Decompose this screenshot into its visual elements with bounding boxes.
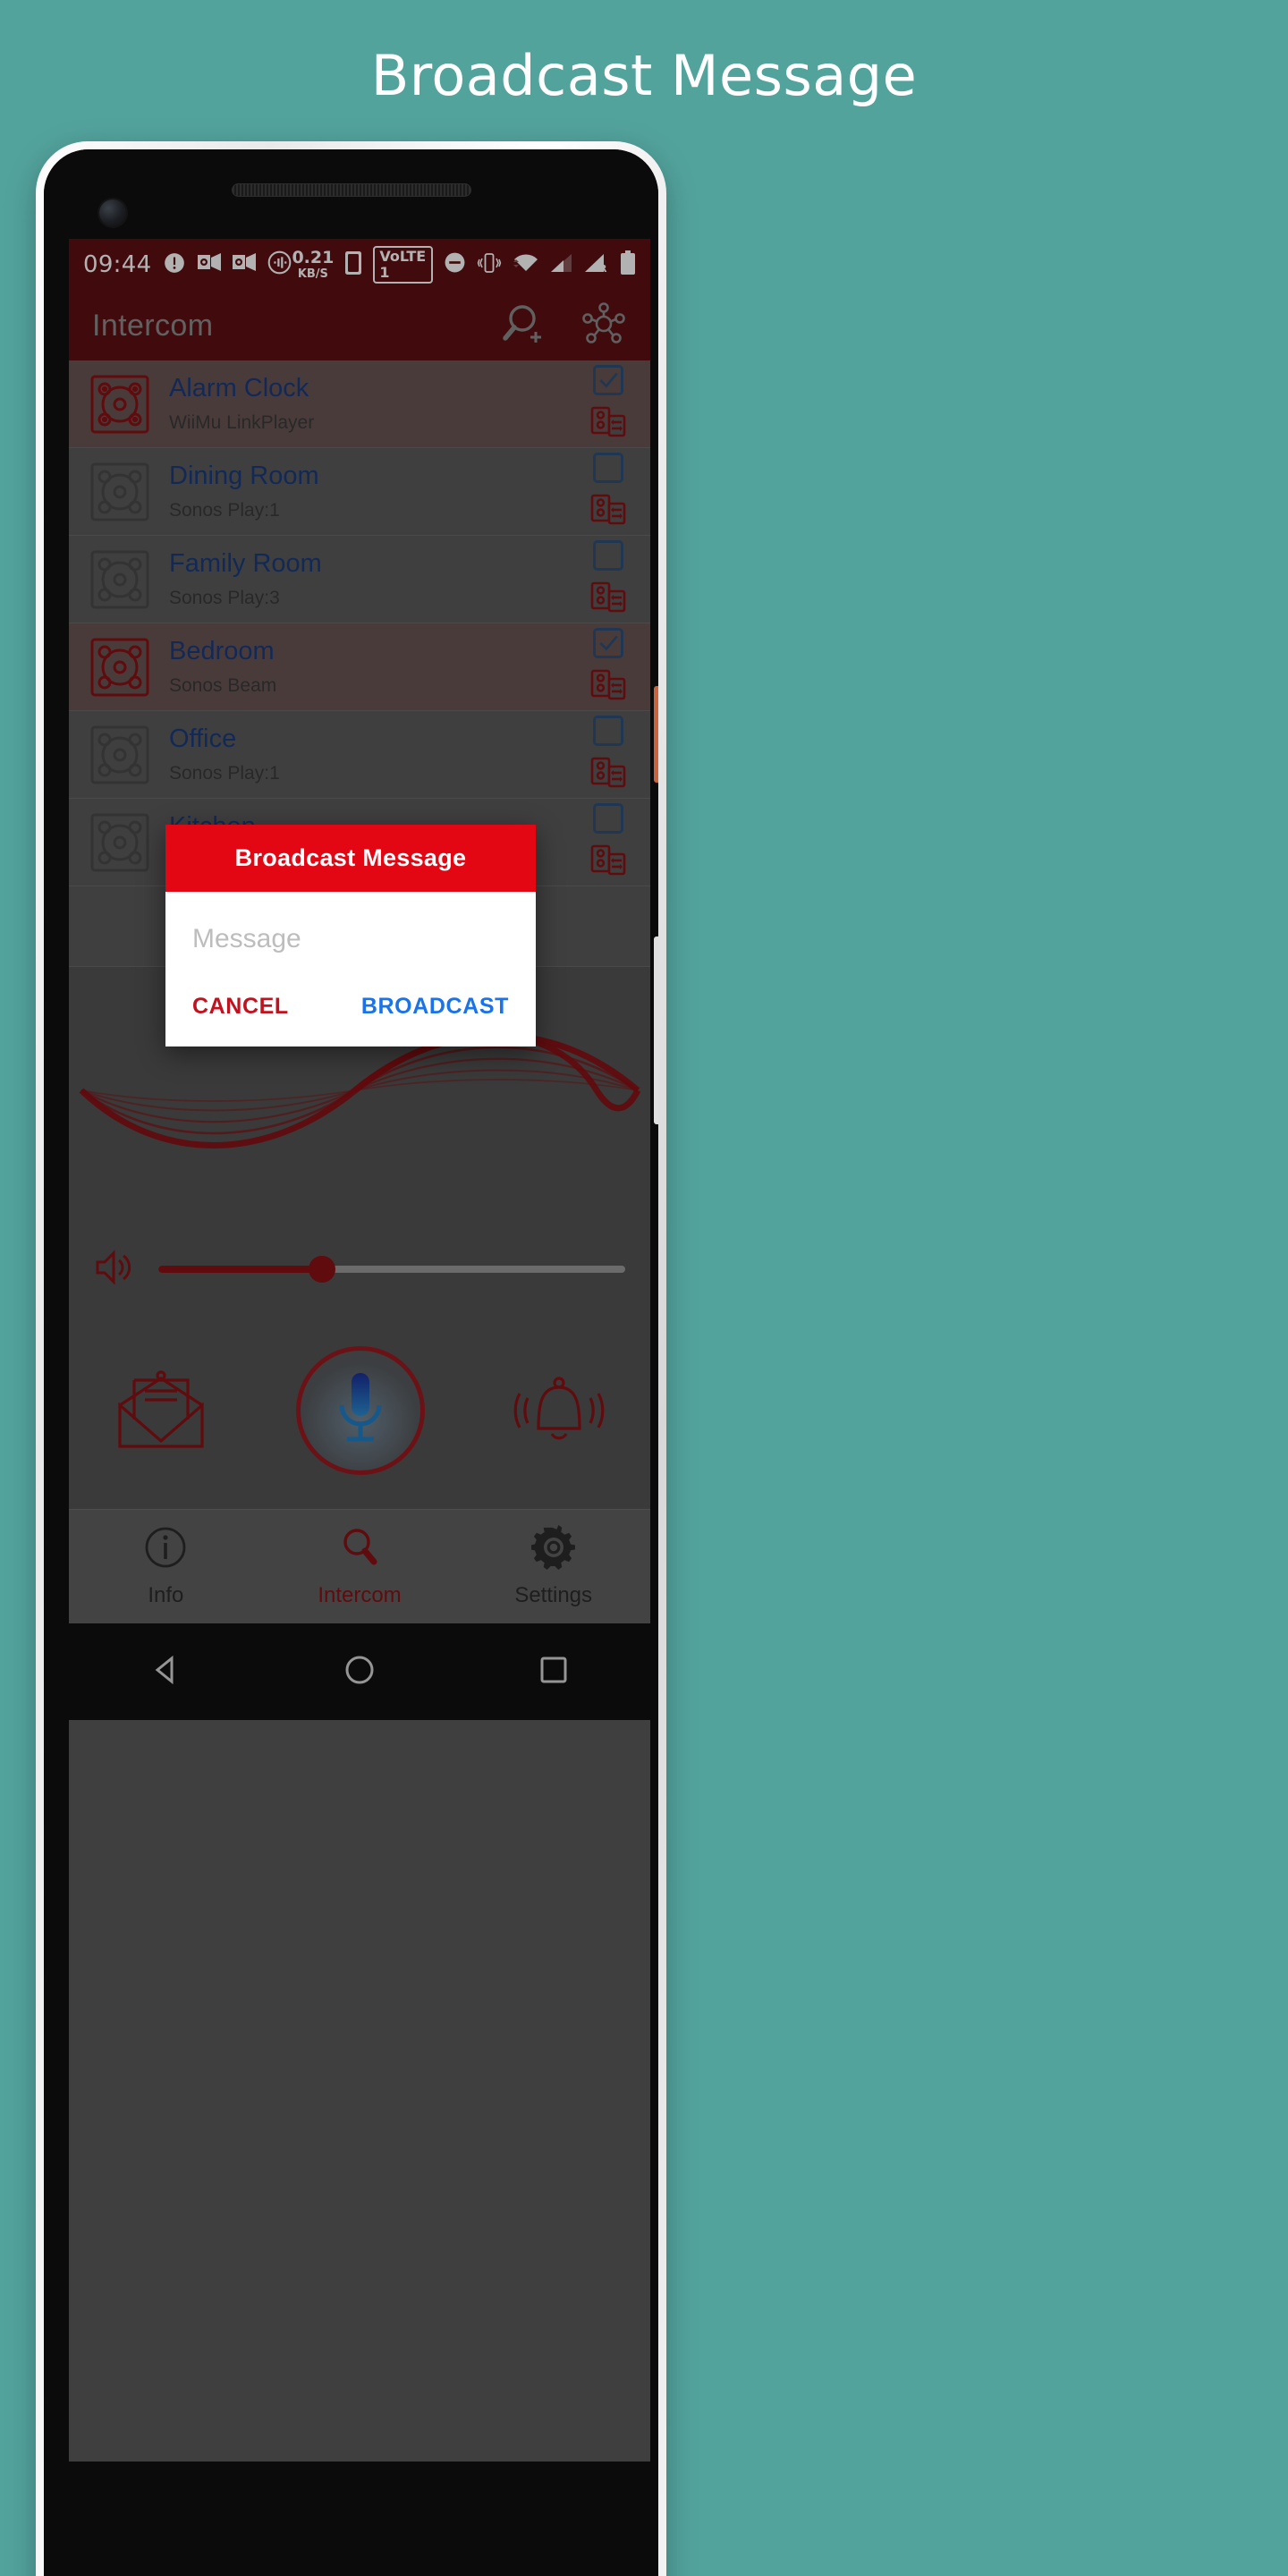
message-input[interactable] <box>192 924 509 963</box>
front-camera <box>99 199 126 226</box>
cancel-button[interactable]: CANCEL <box>192 994 289 1020</box>
dialog-scrim[interactable] <box>69 239 650 2462</box>
earpiece-speaker <box>231 183 471 197</box>
dialog-title: Broadcast Message <box>165 825 536 892</box>
page-title: Broadcast Message <box>370 43 918 108</box>
phone-frame: 09:44 0.21 KB/S VoLTE 1 R Intercom Alarm… <box>36 141 666 2576</box>
page-root: Broadcast Message 09:44 0.21 KB/S VoLTE … <box>0 0 1288 2576</box>
broadcast-button[interactable]: BROADCAST <box>361 994 509 1020</box>
volume-side-button[interactable] <box>654 686 658 783</box>
device-screen: 09:44 0.21 KB/S VoLTE 1 R Intercom Alarm… <box>69 239 650 2462</box>
power-side-button[interactable] <box>654 936 658 1124</box>
phone-screen-bezel: 09:44 0.21 KB/S VoLTE 1 R Intercom Alarm… <box>44 149 658 2576</box>
broadcast-message-dialog: Broadcast Message CANCEL BROADCAST <box>165 825 536 1046</box>
